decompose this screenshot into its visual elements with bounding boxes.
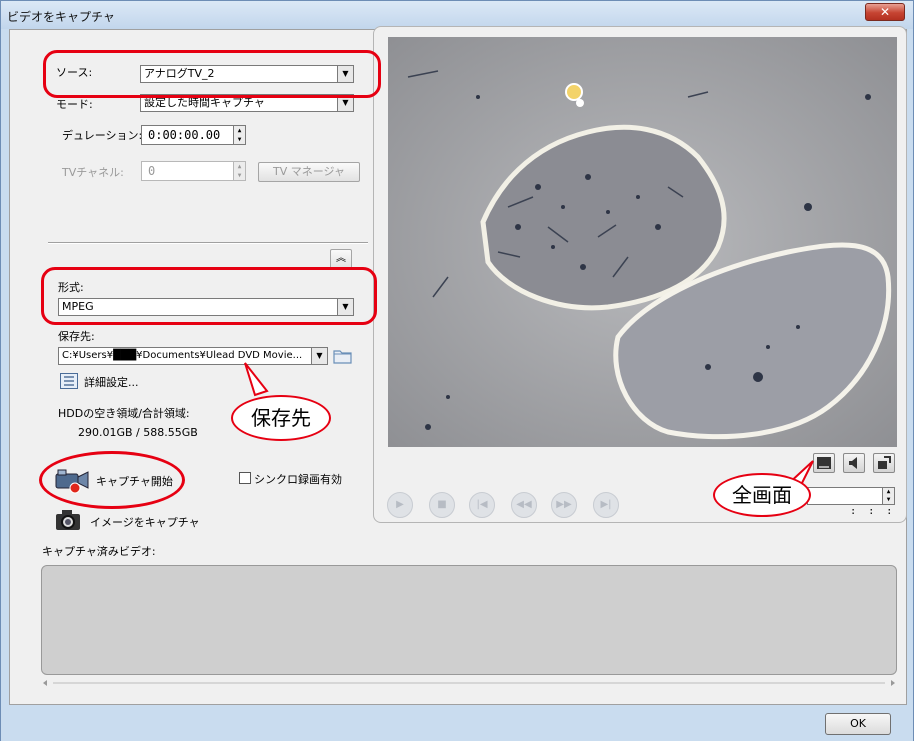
disk-space-label: HDDの空き領域/合計領域: — [58, 407, 190, 420]
expand-window-icon[interactable] — [873, 453, 895, 473]
go-to-end-button[interactable]: ▶| — [593, 492, 619, 518]
tv-manager-button[interactable]: TV マネージャ — [258, 162, 360, 182]
callout-pointer-fullscreen — [784, 460, 814, 486]
format-label: 形式: — [58, 281, 84, 294]
title-bar[interactable]: ビデオをキャプチャ ✕ — [1, 1, 913, 29]
settings-list-icon[interactable] — [60, 373, 78, 389]
timecode-value: : : : — [838, 506, 905, 517]
tv-channel-spinner[interactable]: 0 ▲ ▼ — [141, 161, 246, 181]
play-button[interactable]: ▶ — [387, 492, 413, 518]
tv-channel-value: 0 — [148, 164, 156, 178]
format-select-value: MPEG — [62, 300, 94, 313]
capture-video-window: ビデオをキャプチャ ✕ ソース: アナログTV_2 ▼ モード: 設定した時間キ… — [0, 0, 914, 741]
spin-arrows-icon[interactable]: ▲ ▼ — [233, 162, 245, 180]
collapse-button[interactable]: ︽ — [330, 249, 352, 269]
chevron-down-icon: ▼ — [311, 348, 327, 364]
dialog-footer: OK — [1, 705, 913, 741]
duration-spinner[interactable]: 0:00:00.00 ▲ ▼ — [141, 125, 246, 145]
start-capture-button[interactable]: キャプチャ開始 — [96, 473, 173, 489]
spin-arrows-icon[interactable]: ▲ ▼ — [882, 488, 894, 504]
window-title: ビデオをキャプチャ — [7, 10, 115, 24]
chevron-down-icon: ▼ — [337, 95, 353, 111]
timecode-spinner[interactable]: : : : ▲ ▼ — [807, 487, 895, 517]
speaker-icon[interactable] — [843, 453, 865, 473]
capture-image-button[interactable]: イメージをキャプチャ — [90, 514, 200, 530]
duration-value: 0:00:00.00 — [148, 128, 221, 142]
spin-arrows-icon[interactable]: ▲ ▼ — [233, 126, 245, 144]
source-select-value: アナログTV_2 — [144, 67, 215, 80]
duration-label: デュレーション: — [62, 129, 143, 142]
rewind-button[interactable]: ◀◀ — [511, 492, 537, 518]
ok-button[interactable]: OK — [825, 713, 891, 735]
sync-record-label: シンクロ録画有効 — [254, 473, 342, 486]
divider — [48, 242, 368, 244]
camera-icon[interactable] — [54, 508, 84, 532]
save-to-select[interactable]: C:¥Users¥███¥Documents¥Ulead DVD Movie..… — [58, 347, 328, 365]
fast-forward-button[interactable]: ▶▶ — [551, 492, 577, 518]
close-button[interactable]: ✕ — [865, 3, 905, 21]
source-label: ソース: — [56, 66, 93, 79]
stop-icon: ■ — [437, 499, 447, 510]
folder-icon[interactable] — [332, 346, 354, 366]
close-icon: ✕ — [879, 5, 891, 19]
format-select[interactable]: MPEG ▼ — [58, 298, 354, 316]
fast-forward-icon: ▶▶ — [556, 499, 572, 510]
captured-video-list[interactable] — [41, 565, 897, 675]
save-to-label: 保存先: — [58, 330, 95, 343]
captured-video-label: キャプチャ済みビデオ: — [42, 545, 156, 558]
advanced-settings-link[interactable]: 詳細設定... — [84, 374, 139, 390]
rewind-icon: ◀◀ — [516, 499, 532, 510]
mode-label: モード: — [56, 98, 93, 111]
chevron-down-icon: ▼ — [337, 299, 353, 315]
go-to-start-button[interactable]: |◀ — [469, 492, 495, 518]
skip-back-icon: |◀ — [476, 499, 488, 510]
callout-pointer-save — [244, 362, 269, 397]
chevron-up-icon: ︽ — [336, 253, 346, 264]
video-camera-icon[interactable] — [54, 466, 92, 494]
disk-space-value: 290.01GB / 588.55GB — [78, 426, 198, 439]
mode-select-value: 設定した時間キャプチャ — [144, 96, 265, 109]
mode-select[interactable]: 設定した時間キャプチャ ▼ — [140, 94, 354, 112]
horizontal-scrollbar[interactable] — [41, 677, 897, 689]
chevron-down-icon: ▼ — [337, 66, 353, 82]
tv-channel-label: TVチャネル: — [62, 166, 124, 179]
source-select[interactable]: アナログTV_2 ▼ — [140, 65, 354, 83]
video-preview — [388, 37, 897, 447]
skip-forward-icon: ▶| — [600, 499, 612, 510]
stop-button[interactable]: ■ — [429, 492, 455, 518]
sync-record-checkbox[interactable] — [239, 472, 251, 484]
play-icon: ▶ — [396, 499, 404, 510]
